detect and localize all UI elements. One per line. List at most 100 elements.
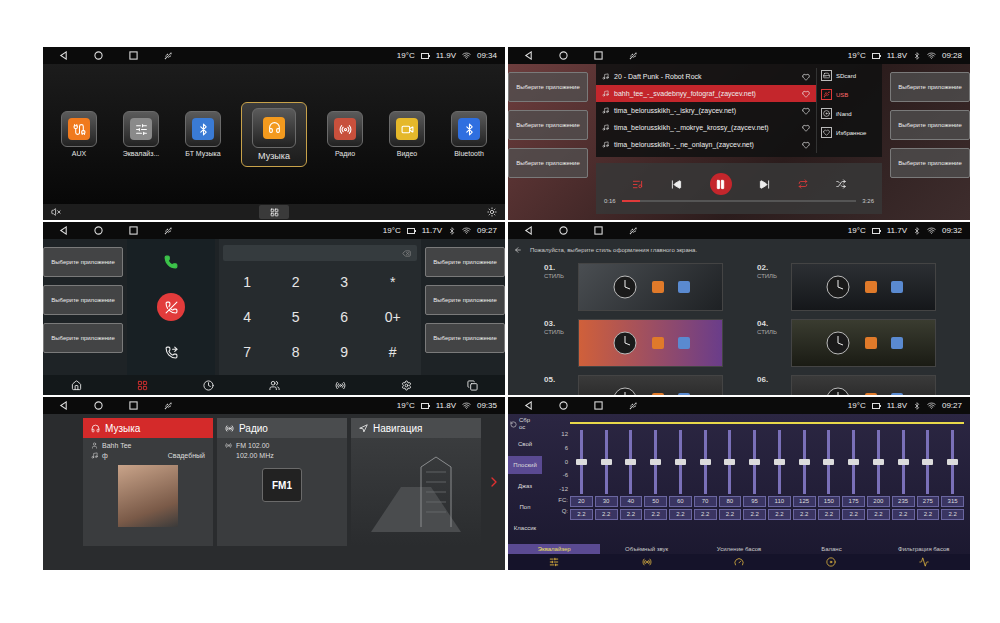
eq-tab[interactable]: Эквалайзер [508, 544, 600, 554]
phone-tab[interactable] [193, 376, 223, 394]
back-icon[interactable] [524, 51, 533, 60]
home-icon[interactable] [94, 401, 103, 410]
dial-key[interactable]: 7 [223, 334, 272, 369]
home-icon[interactable] [559, 226, 568, 235]
slider-thumb[interactable] [724, 459, 735, 465]
dial-key[interactable]: 5 [272, 300, 321, 335]
recent-apps-icon[interactable] [594, 401, 603, 410]
favorite-icon[interactable] [802, 90, 810, 98]
app-picker-button[interactable]: Выберите приложение [890, 110, 970, 140]
app-picker-button[interactable]: Выберите приложение [508, 72, 588, 102]
slider-thumb[interactable] [898, 459, 909, 465]
recent-apps-icon[interactable] [594, 51, 603, 60]
preset-item[interactable]: Поп [508, 498, 542, 516]
dial-key[interactable]: 1 [223, 265, 272, 300]
track-row[interactable]: tima_belorusskikh_-_mokrye_krossy_(zayce… [596, 119, 816, 136]
eq-tab[interactable]: Объёмный звук [600, 544, 692, 554]
band-slider[interactable] [902, 430, 905, 494]
phone-tab[interactable] [325, 376, 355, 394]
slider-thumb[interactable] [700, 459, 711, 465]
slider-thumb[interactable] [675, 459, 686, 465]
brightness-icon[interactable] [487, 207, 497, 217]
band-slider[interactable] [926, 430, 929, 494]
dial-key[interactable]: 9 [320, 334, 369, 369]
eq-tab[interactable]: Баланс [785, 544, 877, 554]
back-icon[interactable] [524, 401, 533, 410]
dial-key[interactable]: 2 [272, 265, 321, 300]
home-icon[interactable] [559, 401, 568, 410]
band-slider[interactable] [827, 430, 830, 494]
dial-key[interactable]: 0+ [369, 300, 418, 335]
slider-thumb[interactable] [848, 459, 859, 465]
hangup-button[interactable] [157, 293, 185, 321]
app-tile[interactable]: Музыка [241, 102, 307, 167]
source-item[interactable]: USB [821, 89, 878, 100]
eq-icon-cell[interactable] [600, 557, 692, 567]
slider-thumb[interactable] [625, 459, 636, 465]
band-slider[interactable] [605, 430, 608, 494]
recent-apps-icon[interactable] [129, 401, 138, 410]
dial-key[interactable]: 8 [272, 334, 321, 369]
app-picker-button[interactable]: Выберите приложение [508, 148, 588, 178]
back-arrow-icon[interactable] [514, 246, 522, 254]
band-slider[interactable] [778, 430, 781, 494]
phone-tab[interactable] [457, 376, 487, 394]
app-picker-button[interactable]: Выберите приложение [425, 285, 505, 315]
app-tile[interactable]: Видео [383, 111, 431, 157]
slider-thumb[interactable] [922, 459, 933, 465]
widget-card[interactable]: МузыкаBahh TeeфСвадебный [83, 418, 213, 546]
dial-key[interactable]: 4 [223, 300, 272, 335]
slider-thumb[interactable] [774, 459, 785, 465]
app-picker-button[interactable]: Выберите приложение [43, 285, 123, 315]
favorite-icon[interactable] [802, 73, 810, 81]
phone-tab[interactable] [391, 376, 421, 394]
preset-item[interactable]: Классик [508, 519, 542, 537]
slider-thumb[interactable] [749, 459, 760, 465]
band-slider[interactable] [580, 430, 583, 494]
band-slider[interactable] [951, 430, 954, 494]
slider-thumb[interactable] [873, 459, 884, 465]
slider-thumb[interactable] [947, 459, 958, 465]
app-picker-button[interactable]: Выберите приложение [890, 148, 970, 178]
app-tile[interactable]: Bluetooth [445, 111, 493, 157]
phone-tab[interactable] [61, 376, 91, 394]
slider-thumb[interactable] [576, 459, 587, 465]
slider-thumb[interactable] [823, 459, 834, 465]
app-picker-button[interactable]: Выберите приложение [43, 323, 123, 353]
home-icon[interactable] [94, 226, 103, 235]
preset-item[interactable]: Свой [508, 435, 542, 453]
style-option[interactable]: 05. [544, 375, 743, 395]
band-slider[interactable] [679, 430, 682, 494]
phone-tab[interactable] [127, 376, 157, 394]
eq-icon-cell[interactable] [693, 557, 785, 567]
pause-button[interactable] [710, 173, 732, 195]
preset-item[interactable]: Плоский [508, 456, 542, 474]
home-icon[interactable] [559, 51, 568, 60]
next-page[interactable] [485, 418, 503, 546]
mute-icon[interactable] [51, 207, 61, 217]
app-picker-button[interactable]: Выберите приложение [425, 323, 505, 353]
track-row[interactable]: bahh_tee_-_svadebnyy_fotograf_(zaycev.ne… [596, 85, 816, 102]
track-row[interactable]: tima_belorusskikh_-_iskry_(zaycev.net) [596, 102, 816, 119]
slider-thumb[interactable] [799, 459, 810, 465]
favorite-icon[interactable] [802, 107, 810, 115]
band-slider[interactable] [852, 430, 855, 494]
playlist-icon[interactable] [632, 179, 643, 190]
app-tile[interactable]: Эквалайз... [117, 111, 165, 157]
app-picker-button[interactable]: Выберите приложение [425, 247, 505, 277]
favorite-icon[interactable] [802, 124, 810, 132]
eq-tab[interactable]: Фильтрация басов [878, 544, 970, 554]
recent-apps-icon[interactable] [594, 226, 603, 235]
track-row[interactable]: 20 - Daft Punk - Robot Rock [596, 68, 816, 85]
slider-thumb[interactable] [650, 459, 661, 465]
home-icon[interactable] [94, 51, 103, 60]
app-tile[interactable]: БТ Музыка [179, 111, 227, 157]
style-option[interactable]: 06. [757, 375, 956, 395]
dial-key[interactable]: * [369, 265, 418, 300]
slider-thumb[interactable] [601, 459, 612, 465]
progress-track[interactable] [622, 200, 857, 202]
back-icon[interactable] [59, 401, 68, 410]
dial-key[interactable]: # [369, 334, 418, 369]
back-icon[interactable] [59, 51, 68, 60]
transfer-icon[interactable] [165, 346, 178, 359]
